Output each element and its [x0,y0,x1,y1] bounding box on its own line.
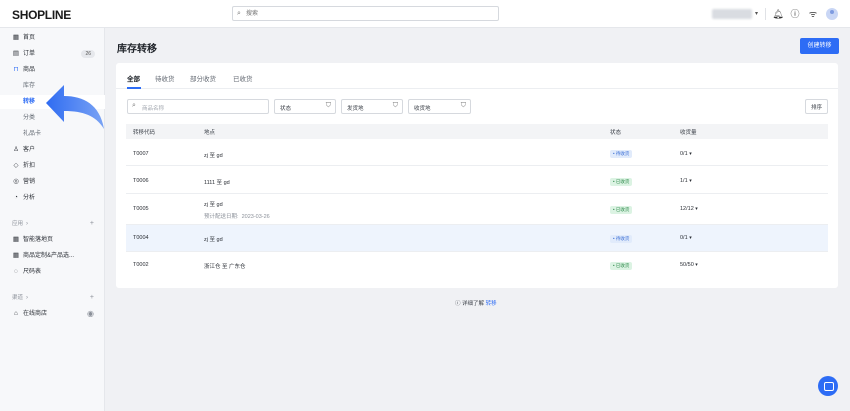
status-badge: • 待收货 [610,235,633,243]
active-tab-indicator [127,87,141,89]
top-bar: SHOPLINE ⌕ ▾ 🔔︎ ⓘ ᯤ [0,0,850,28]
learn-more-link[interactable]: 转移 [486,301,497,307]
sort-button[interactable]: 排序 [805,99,828,114]
quantity-dropdown[interactable]: 0/1 ▾ [680,151,692,157]
search-icon: ⌕ [132,102,136,109]
divider [116,88,838,89]
info-icon: ⓘ [455,301,461,307]
destination-filter[interactable]: 收货地 ⛉ [408,99,471,114]
filter-icon: ⛉ [392,102,398,109]
eye-icon[interactable]: ◉ [87,307,94,321]
chevron-down-icon: ▾ [689,235,692,241]
grid-icon: ▦ [12,236,20,243]
wifi-icon[interactable]: ᯤ [807,8,819,20]
status-badge: • 已收货 [610,206,633,214]
filter-icon: ⛉ [325,102,331,109]
sidebar-item-marketing[interactable]: ◎ 营销 [0,175,105,189]
table-row[interactable]: T0005 zj 至 gd 预计配送日期: 2023-03-26 • 已收货 1… [126,194,828,225]
transfers-card: 全部 待收货 部分收货 已收货 ⌕ 商品名称 状态 ⛉ 发货地 ⛉ 收货地 ⛉ … [116,63,838,288]
origin-filter[interactable]: 发货地 ⛉ [341,99,403,114]
sidebar-item-product-custom[interactable]: ▦ 商品定制&产品选... [0,249,105,263]
page-title: 库存转移 [117,44,157,55]
user-avatar-icon[interactable] [826,8,838,20]
status-badge: • 已收货 [610,262,633,270]
chevron-down-icon[interactable]: ▾ [755,10,758,17]
eta-label: 预计配送日期: 2023-03-26 [204,214,270,220]
grid-icon: ▦ [12,252,20,259]
learn-more: ⓘ 详细了解 转移 [455,301,497,307]
target-icon: ◎ [13,178,19,185]
table-row[interactable]: T0004 zj 至 gd • 待收货 0/1 ▾ [126,225,828,252]
sidebar-item-analytics[interactable]: ◔ 分析 [0,191,105,205]
quantity-dropdown[interactable]: 12/12 ▾ [680,206,698,212]
column-header-location[interactable]: 地点 [204,128,215,136]
search-icon: ⌕ [237,10,241,17]
column-header-code[interactable]: 转移代码 [133,128,155,136]
chevron-down-icon: ▾ [695,262,698,268]
user-icon: ♙ [13,146,19,153]
chevron-down-icon: ▾ [689,151,692,157]
sidebar-item-size-chart[interactable]: ◌ 尺码表 [0,265,105,279]
global-search[interactable]: ⌕ [232,6,499,21]
status-badge: • 已收货 [610,178,633,186]
shopline-logo[interactable]: SHOPLINE [12,8,71,22]
filter-icon: ⛉ [460,102,466,109]
chart-icon: ◔ [14,194,18,201]
table-row[interactable]: T0006 1111 至 gd • 已收货 1/1 ▾ [126,166,828,194]
sidebar-item-orders[interactable]: ▤ 订单 26 [0,47,105,61]
status-badge: • 待收货 [610,150,633,158]
create-transfer-button[interactable]: 创建转移 [800,38,839,54]
chevron-down-icon: ▾ [695,206,698,212]
chevron-right-icon: › [26,295,28,301]
tag-icon: ◇ [13,162,19,169]
global-search-input[interactable] [246,8,486,20]
store-switcher[interactable] [712,9,752,19]
divider [765,8,766,20]
tab-partial[interactable]: 部分收货 [190,73,216,87]
order-icon: ▤ [12,50,20,57]
column-header-quantity[interactable]: 收货量 [680,128,697,136]
sidebar-item-discounts[interactable]: ◇ 折扣 [0,159,105,173]
table-header: 转移代码 地点 状态 收货量 [126,124,828,139]
quantity-dropdown[interactable]: 50/50 ▾ [680,262,698,268]
add-icon[interactable]: + [90,217,94,231]
tab-all[interactable]: 全部 [127,73,140,87]
product-search-input[interactable]: ⌕ 商品名称 [127,99,269,114]
sidebar-item-customers[interactable]: ♙ 客户 [0,143,105,157]
quantity-dropdown[interactable]: 1/1 ▾ [680,178,692,184]
sidebar-item-products[interactable]: ⊓ 商品 [0,63,105,77]
help-icon[interactable]: ⓘ [789,8,801,20]
status-filter[interactable]: 状态 ⛉ [274,99,336,114]
column-header-status[interactable]: 状态 [610,128,621,136]
chevron-down-icon: ▾ [689,178,692,184]
table-row[interactable]: T0007 zj 至 gd • 待收货 0/1 ▾ [126,139,828,166]
sidebar-item-online-store[interactable]: ⌂ 在线商店 ◉ [0,307,105,321]
orders-count-badge: 26 [81,50,95,58]
tab-pending[interactable]: 待收货 [155,73,175,87]
pointer-arrow-icon [46,85,104,129]
add-icon[interactable]: + [90,291,94,305]
chevron-right-icon: › [26,221,28,227]
sidebar-item-smart-landing[interactable]: ▦ 智能落地页 [0,233,105,247]
chat-icon[interactable] [818,376,838,396]
home-icon: ▦ [12,34,20,41]
sidebar-item-home[interactable]: ▦ 首页 [0,31,105,45]
table-row[interactable]: T0002 浙江仓 至 广东仓 • 已收货 50/50 ▾ [126,252,828,279]
bell-icon[interactable]: 🔔︎ [772,8,784,20]
quantity-dropdown[interactable]: 0/1 ▾ [680,235,692,241]
sidebar-section-channels[interactable]: 渠道 › + [0,291,105,305]
sidebar-section-apps[interactable]: 应用 › + [0,217,105,231]
bag-icon: ⊓ [13,66,19,73]
store-icon: ⌂ [14,310,18,317]
circle-icon: ◌ [14,268,18,275]
tab-received[interactable]: 已收货 [233,73,253,87]
